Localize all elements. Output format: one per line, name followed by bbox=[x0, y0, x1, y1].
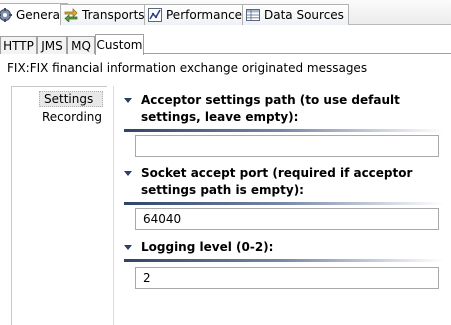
section-underline bbox=[124, 259, 444, 262]
tab-data-sources-label: Data Sources bbox=[264, 8, 344, 22]
tab-transports-label: Transports bbox=[82, 8, 145, 22]
section-logging-header[interactable]: Logging level (0-2): bbox=[124, 239, 444, 256]
nav-item-recording-label: Recording bbox=[42, 110, 103, 124]
section-acceptor-settings: Acceptor settings path (to use default s… bbox=[124, 92, 444, 132]
section-logging-level: Logging level (0-2): bbox=[124, 239, 444, 262]
tab-custom-label: Custom bbox=[96, 38, 143, 52]
transports-icon bbox=[64, 8, 78, 23]
top-tab-bar: General Transports Performance Data Sour… bbox=[0, 0, 451, 25]
section-logging-title: Logging level (0-2): bbox=[141, 240, 274, 254]
section-acceptor-header[interactable]: Acceptor settings path (to use default s… bbox=[124, 92, 444, 126]
transport-sub-tabs: HTTP JMS MQ Custom bbox=[0, 34, 451, 55]
tab-http[interactable]: HTTP bbox=[0, 36, 37, 54]
nav-item-settings[interactable]: Settings bbox=[39, 91, 103, 107]
tab-performance[interactable]: Performance bbox=[144, 4, 248, 25]
socket-accept-port-input[interactable]: 64040 bbox=[135, 208, 439, 230]
tab-general[interactable]: General bbox=[0, 3, 69, 25]
expand-twisty-icon[interactable] bbox=[124, 165, 133, 182]
section-socket-port: Socket accept port (required if acceptor… bbox=[124, 165, 444, 205]
nav-item-recording[interactable]: Recording bbox=[40, 109, 104, 125]
section-underline bbox=[124, 202, 444, 205]
section-underline bbox=[124, 129, 444, 132]
expand-twisty-icon[interactable] bbox=[124, 239, 133, 256]
tab-http-label: HTTP bbox=[3, 38, 34, 53]
tab-transports[interactable]: Transports bbox=[60, 4, 150, 25]
tab-jms[interactable]: JMS bbox=[37, 36, 67, 54]
performance-icon bbox=[148, 8, 162, 22]
data-sources-icon bbox=[246, 8, 260, 22]
panel-divider bbox=[113, 86, 114, 325]
section-socket-port-title: Socket accept port (required if acceptor… bbox=[141, 166, 413, 197]
settings-nav: Settings Recording bbox=[11, 86, 107, 325]
tab-mq[interactable]: MQ bbox=[67, 36, 95, 54]
logging-level-input[interactable]: 2 bbox=[135, 267, 439, 289]
transport-description: FIX:FIX financial information exchange o… bbox=[7, 61, 368, 75]
tab-general-label: General bbox=[16, 7, 64, 22]
tab-performance-label: Performance bbox=[166, 8, 243, 22]
tab-jms-label: JMS bbox=[41, 38, 63, 53]
tab-mq-label: MQ bbox=[71, 38, 91, 53]
section-socket-port-header[interactable]: Socket accept port (required if acceptor… bbox=[124, 165, 444, 199]
section-acceptor-title: Acceptor settings path (to use default s… bbox=[141, 93, 400, 124]
expand-twisty-icon[interactable] bbox=[124, 92, 133, 109]
tab-custom[interactable]: Custom bbox=[95, 34, 144, 55]
logging-level-value: 2 bbox=[143, 271, 151, 285]
acceptor-settings-path-input[interactable] bbox=[135, 135, 439, 157]
nav-item-settings-label: Settings bbox=[44, 92, 94, 106]
tab-data-sources[interactable]: Data Sources bbox=[242, 4, 349, 25]
socket-accept-port-value: 64040 bbox=[143, 212, 182, 226]
gear-icon bbox=[0, 7, 12, 22]
